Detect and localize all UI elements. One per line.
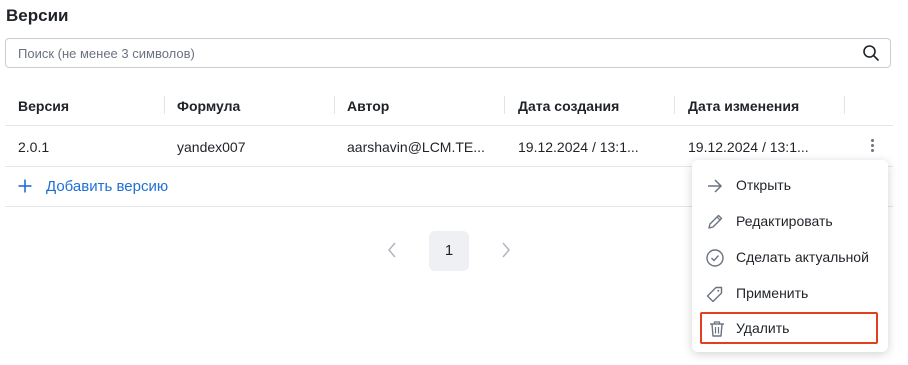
add-version-button[interactable]: Добавить версию [18, 176, 168, 196]
trash-icon [710, 321, 724, 337]
chevron-left-icon[interactable] [385, 240, 399, 260]
add-version-label: Добавить версию [46, 177, 169, 195]
pencil-icon [708, 214, 723, 229]
column-divider [674, 96, 675, 114]
column-divider [334, 96, 335, 114]
menu-item-label: Редактировать [736, 213, 833, 229]
search-input[interactable] [18, 39, 838, 67]
menu-item-make-current[interactable]: Сделать актуальной [692, 242, 888, 272]
column-header-version[interactable]: Версия [18, 98, 69, 114]
cell-author: aarshavin@LCM.TE... [347, 139, 485, 155]
cell-version: 2.0.1 [18, 139, 50, 155]
plus-icon [18, 179, 32, 193]
column-header-formula[interactable]: Формула [177, 98, 240, 114]
column-header-author[interactable]: Автор [347, 98, 389, 114]
column-divider [844, 96, 845, 114]
search-field[interactable] [5, 38, 891, 68]
column-header-created[interactable]: Дата создания [518, 98, 619, 114]
menu-item-label: Применить [736, 285, 809, 301]
chevron-right-icon[interactable] [499, 240, 513, 260]
page-1-button[interactable]: 1 [429, 231, 469, 271]
column-header-modified[interactable]: Дата изменения [688, 98, 799, 114]
check-circle-icon [706, 249, 724, 267]
page-title: Версии [6, 6, 69, 25]
menu-item-open[interactable]: Открыть [692, 170, 888, 200]
column-divider [164, 96, 165, 114]
cell-formula: yandex007 [177, 139, 246, 155]
search-icon[interactable] [862, 44, 880, 62]
context-menu: Открыть Редактировать Сделать актуальной… [692, 160, 888, 352]
column-divider [504, 96, 505, 114]
cell-modified: 19.12.2024 / 13:1... [688, 139, 809, 155]
menu-item-apply[interactable]: Применить [692, 278, 888, 308]
menu-item-label: Сделать актуальной [736, 249, 869, 265]
menu-item-delete[interactable]: Удалить [700, 312, 878, 344]
menu-item-label: Удалить [736, 320, 790, 336]
tag-icon [706, 286, 723, 303]
menu-item-edit[interactable]: Редактировать [692, 206, 888, 236]
menu-item-label: Открыть [736, 177, 791, 193]
header-divider [5, 125, 893, 126]
more-actions-icon[interactable] [864, 136, 880, 158]
arrow-right-icon [708, 179, 723, 193]
cell-created: 19.12.2024 / 13:1... [518, 139, 639, 155]
